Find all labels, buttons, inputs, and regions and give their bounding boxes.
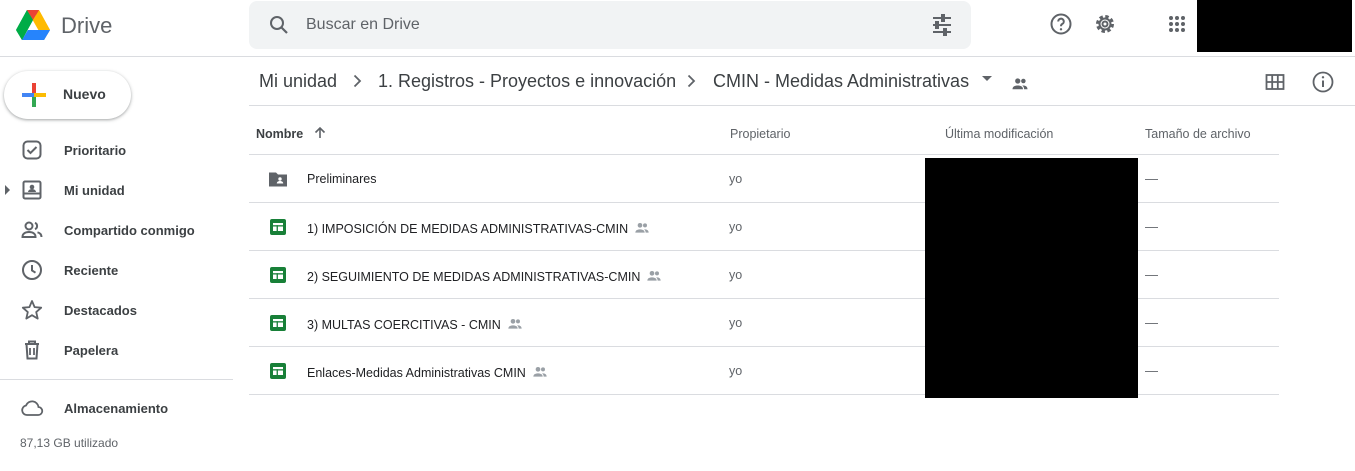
redacted-account-area: [1197, 0, 1352, 52]
redacted-modified-column: [925, 158, 1138, 398]
column-header-owner[interactable]: Propietario: [730, 127, 790, 141]
new-button-label: Nuevo: [63, 86, 106, 102]
plus-icon: [22, 83, 46, 107]
clock-icon: [22, 260, 42, 280]
storage-label: Almacenamiento: [64, 401, 169, 416]
trash-icon: [25, 340, 39, 360]
my-drive-icon: [22, 180, 42, 200]
breadcrumb-item-registros[interactable]: 1. Registros - Proyectos e innovación: [378, 71, 676, 92]
column-header-size[interactable]: Tamaño de archivo: [1145, 127, 1251, 141]
sidebar-item-priority[interactable]: Prioritario: [0, 130, 240, 170]
sidebar-item-label: Papelera: [64, 343, 119, 358]
sidebar-item-label: Reciente: [64, 263, 119, 278]
file-owner: yo: [729, 220, 743, 234]
sidebar-item-label: Destacados: [64, 303, 137, 318]
sidebar-item-trash[interactable]: Papelera: [0, 330, 240, 370]
file-owner: yo: [729, 316, 743, 330]
breadcrumb-item-my-drive[interactable]: Mi unidad: [259, 71, 337, 92]
storage-used-text: 87,13 GB utilizado: [20, 436, 119, 450]
shared-people-icon: [533, 367, 547, 377]
google-sheets-icon: [270, 315, 286, 331]
file-name: 2) SEGUIMIENTO DE MEDIDAS ADMINISTRATIVA…: [307, 270, 641, 284]
shared-people-icon: [508, 319, 522, 329]
file-name: 3) MULTAS COERCITIVAS - CMIN: [307, 318, 501, 332]
table-header: Nombre Propietario Última modificación T…: [249, 107, 1279, 155]
sidebar-item-starred[interactable]: Destacados: [0, 290, 240, 330]
file-name: Preliminares: [307, 172, 377, 186]
info-icon[interactable]: [1311, 70, 1335, 94]
file-size: —: [1145, 219, 1158, 234]
shared-folder-icon: [269, 172, 287, 187]
shared-people-icon: [647, 271, 662, 281]
file-owner: yo: [729, 364, 743, 378]
google-sheets-icon: [270, 219, 286, 235]
new-button[interactable]: Nuevo: [4, 71, 131, 119]
breadcrumb-item-current-folder[interactable]: CMIN - Medidas Administrativas: [713, 71, 969, 92]
grid-view-icon[interactable]: [1263, 70, 1287, 94]
drive-logo-icon[interactable]: [14, 6, 52, 44]
apps-grid-icon[interactable]: [1165, 12, 1189, 36]
column-header-name[interactable]: Nombre: [256, 127, 303, 141]
file-size: —: [1145, 363, 1158, 378]
file-name-wrap: Enlaces-Medidas Administrativas CMIN: [307, 364, 548, 380]
help-icon[interactable]: [1049, 12, 1073, 36]
column-header-modified[interactable]: Última modificación: [945, 127, 1053, 141]
chevron-right-icon: [353, 74, 362, 88]
sidebar-divider: [0, 379, 233, 380]
sidebar-nav: Prioritario Mi unidad Compartido conmigo…: [0, 130, 240, 370]
file-owner: yo: [729, 268, 743, 282]
sidebar-item-label: Mi unidad: [64, 183, 125, 198]
priority-icon: [22, 140, 42, 160]
sidebar-item-storage[interactable]: Almacenamiento: [0, 388, 240, 428]
file-name: 1) IMPOSICIÓN DE MEDIDAS ADMINISTRATIVAS…: [307, 222, 629, 236]
sidebar-item-label: Prioritario: [64, 143, 127, 158]
search-input[interactable]: [306, 13, 906, 37]
file-name-wrap: 2) SEGUIMIENTO DE MEDIDAS ADMINISTRATIVA…: [307, 268, 662, 284]
chevron-right-icon: [687, 74, 696, 88]
gear-icon[interactable]: [1093, 12, 1117, 36]
shared-people-icon: [1012, 78, 1028, 90]
app-name[interactable]: Drive: [61, 13, 112, 39]
search-icon[interactable]: [267, 13, 291, 37]
top-bar: Drive: [0, 0, 1355, 57]
sidebar-item-recent[interactable]: Reciente: [0, 250, 240, 290]
file-name-wrap: 1) IMPOSICIÓN DE MEDIDAS ADMINISTRATIVAS…: [307, 220, 650, 236]
google-sheets-icon: [270, 363, 286, 379]
file-size: —: [1145, 267, 1158, 282]
file-size: —: [1145, 171, 1158, 186]
breadcrumb: Mi unidad 1. Registros - Proyectos e inn…: [249, 58, 1355, 106]
sidebar-item-my-drive[interactable]: Mi unidad: [0, 170, 240, 210]
file-name: Enlaces-Medidas Administrativas CMIN: [307, 366, 526, 380]
arrow-up-icon[interactable]: [312, 125, 328, 141]
shared-with-me-icon: [21, 221, 43, 238]
file-name-wrap: 3) MULTAS COERCITIVAS - CMIN: [307, 316, 523, 332]
chevron-down-icon[interactable]: [982, 76, 992, 81]
sidebar-item-shared-with-me[interactable]: Compartido conmigo: [0, 210, 240, 250]
google-sheets-icon: [270, 267, 286, 283]
expand-caret-icon[interactable]: [5, 185, 10, 195]
shared-people-icon: [635, 223, 649, 233]
search-bar[interactable]: [249, 1, 971, 49]
sidebar-item-label: Compartido conmigo: [64, 223, 195, 238]
file-size: —: [1145, 315, 1158, 330]
file-owner: yo: [729, 172, 743, 186]
cloud-icon: [21, 400, 44, 416]
star-icon: [21, 300, 43, 320]
tune-icon[interactable]: [930, 13, 954, 37]
